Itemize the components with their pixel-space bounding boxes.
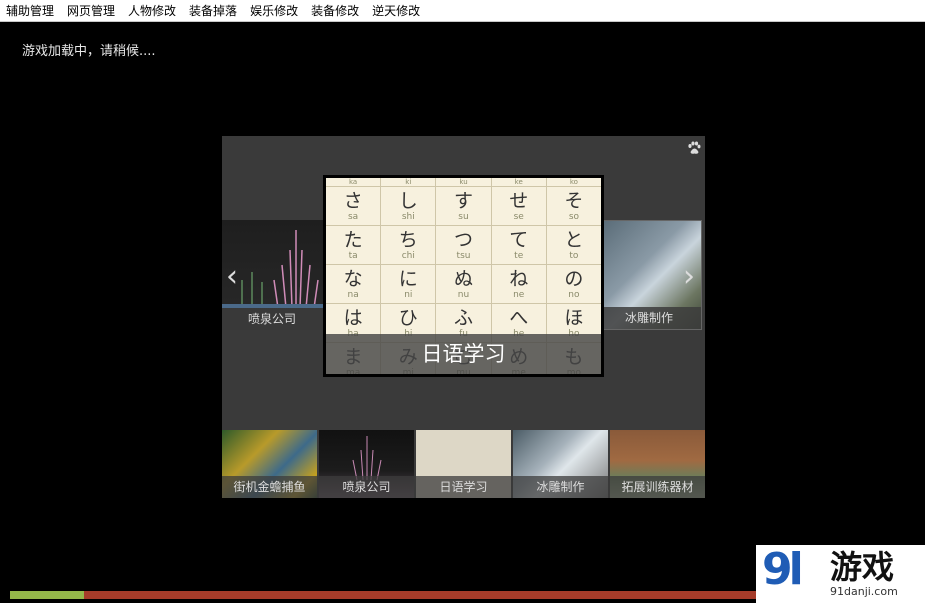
kana-char: せ bbox=[509, 190, 529, 212]
kana-char: は bbox=[343, 307, 363, 329]
kana-char: の bbox=[564, 268, 584, 290]
kana-roma: nu bbox=[457, 290, 470, 300]
kana-roma: to bbox=[569, 251, 579, 261]
menu-item-character[interactable]: 人物修改 bbox=[122, 0, 183, 22]
kana-char: す bbox=[454, 190, 474, 212]
kana-roma: ki bbox=[405, 178, 412, 186]
thumbnail-label: 街机金蟾捕鱼 bbox=[222, 476, 317, 498]
kana-roma: na bbox=[347, 290, 359, 300]
kana-roma: te bbox=[514, 251, 524, 261]
kana-row: さ sa し shi す su せ se そ so bbox=[326, 187, 601, 226]
kana-roma: chi bbox=[401, 251, 415, 261]
kana-char: さ bbox=[343, 190, 363, 212]
kana-char: そ bbox=[564, 190, 584, 212]
kana-row: な na に ni ぬ nu ね ne の no bbox=[326, 265, 601, 304]
slide-left-caption: 喷泉公司 bbox=[222, 308, 326, 330]
menu-item-godmode[interactable]: 逆天修改 bbox=[366, 0, 427, 22]
kana-roma: su bbox=[458, 212, 469, 222]
kana-row-top: ka ki ku ke ko bbox=[326, 178, 601, 187]
kana-roma: ke bbox=[514, 178, 523, 186]
kana-char: し bbox=[398, 190, 418, 212]
menu-item-drop[interactable]: 装备掉落 bbox=[183, 0, 244, 22]
center-card-caption: 日语学习 bbox=[326, 334, 601, 374]
logo-name: 游戏 bbox=[830, 548, 895, 586]
loading-progress-fill bbox=[10, 591, 84, 599]
kana-roma: so bbox=[568, 212, 580, 222]
thumbnail-japanese[interactable]: 日语学习 bbox=[416, 430, 511, 498]
thumbnail-label: 喷泉公司 bbox=[319, 476, 414, 498]
loading-progress-bar bbox=[10, 591, 770, 599]
menu-item-fun[interactable]: 娱乐修改 bbox=[244, 0, 305, 22]
chevron-left-icon[interactable]: ‹ bbox=[226, 262, 238, 292]
kana-char: ほ bbox=[564, 307, 584, 329]
kana-roma: ne bbox=[513, 290, 525, 300]
menu-item-web[interactable]: 网页管理 bbox=[61, 0, 122, 22]
kana-roma: ni bbox=[404, 290, 413, 300]
kana-char: ね bbox=[509, 268, 529, 290]
menu-item-assist[interactable]: 辅助管理 bbox=[0, 0, 61, 22]
menu-bar: 辅助管理 网页管理 人物修改 装备掉落 娱乐修改 装备修改 逆天修改 bbox=[0, 0, 925, 22]
kana-roma: ku bbox=[459, 178, 468, 186]
carousel-center-card[interactable]: ka ki ku ke ko さ sa し shi す su せ se そ so た ta … bbox=[323, 175, 604, 377]
slide-right-caption: 冰雕制作 bbox=[603, 307, 701, 329]
thumbnail-ice-sculpture[interactable]: 冰雕制作 bbox=[513, 430, 608, 498]
kana-char: と bbox=[564, 229, 584, 251]
site-logo[interactable]: 9l 游戏 91danji.com bbox=[756, 545, 925, 603]
kana-char: て bbox=[509, 229, 529, 251]
thumbnail-fountain[interactable]: 喷泉公司 bbox=[319, 430, 414, 498]
kana-roma: ko bbox=[569, 178, 578, 186]
kana-char: に bbox=[398, 268, 418, 290]
kana-char: ふ bbox=[454, 307, 474, 329]
thumbnail-fishing[interactable]: 街机金蟾捕鱼 bbox=[222, 430, 317, 498]
kana-roma: sa bbox=[347, 212, 359, 222]
kana-char: ひ bbox=[398, 307, 418, 329]
thumbnail-label: 冰雕制作 bbox=[513, 476, 608, 498]
thumbnail-strip: 街机金蟾捕鱼 喷泉公司 日语学习 冰雕制作 拓展训练器材 bbox=[222, 430, 705, 498]
kana-char: ち bbox=[398, 229, 418, 251]
kana-roma: no bbox=[568, 290, 580, 300]
kana-roma: ta bbox=[348, 251, 358, 261]
thumbnail-label: 日语学习 bbox=[416, 476, 511, 498]
kana-roma: se bbox=[513, 212, 524, 222]
thumbnail-label: 拓展训练器材 bbox=[610, 476, 705, 498]
logo-url: 91danji.com bbox=[830, 585, 898, 598]
kana-row: た ta ち chi つ tsu て te と to bbox=[326, 226, 601, 265]
kana-char: な bbox=[343, 268, 363, 290]
chevron-right-icon[interactable]: › bbox=[683, 262, 695, 292]
kana-char: ぬ bbox=[454, 268, 474, 290]
logo-mark: 9l bbox=[762, 544, 804, 595]
menu-item-equipment[interactable]: 装备修改 bbox=[305, 0, 366, 22]
kana-roma: shi bbox=[401, 212, 415, 222]
kana-char: つ bbox=[454, 229, 474, 251]
loading-text: 游戏加载中，请稍候.... bbox=[22, 44, 156, 59]
thumbnail-training[interactable]: 拓展训练器材 bbox=[610, 430, 705, 498]
kana-char: た bbox=[343, 229, 363, 251]
kana-roma: ka bbox=[348, 178, 358, 186]
kana-roma: tsu bbox=[456, 251, 471, 261]
kana-char: へ bbox=[509, 307, 529, 329]
paw-icon[interactable] bbox=[686, 140, 702, 156]
